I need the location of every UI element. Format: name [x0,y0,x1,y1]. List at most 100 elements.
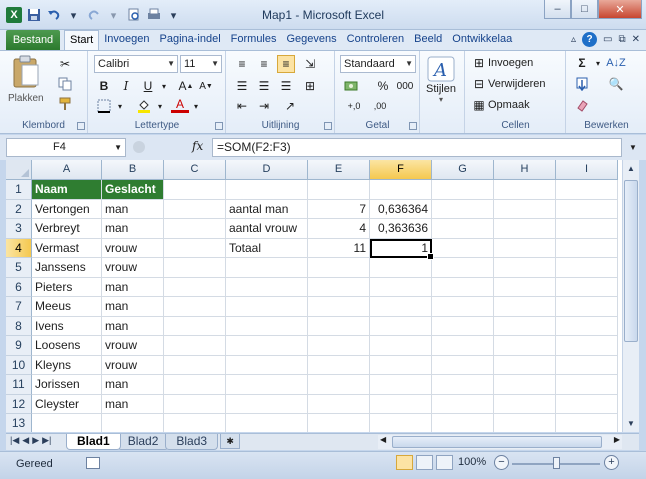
cell-f8[interactable] [370,316,432,336]
insert-cells-icon[interactable]: ⊞ [470,54,488,72]
cell-g10[interactable] [432,355,494,375]
cell-h2[interactable] [494,199,556,219]
cell-e10[interactable] [308,355,370,375]
cell-a8[interactable]: Ivens [32,316,102,336]
column-header-i[interactable]: I [556,160,618,180]
tab-pagina-indel[interactable]: Pagina-indel [155,30,226,50]
cell-b9[interactable]: vrouw [102,336,164,356]
cell-b6[interactable]: man [102,277,164,297]
scroll-left-icon[interactable]: ◀ [380,435,386,444]
cell-a3[interactable]: Verbreyt [32,219,102,239]
cell-f3[interactable]: 0,363636 [370,219,432,239]
cell-h12[interactable] [494,394,556,414]
cell-a11[interactable]: Jorissen [32,375,102,395]
cell-c8[interactable] [164,316,226,336]
underline-dropdown-icon[interactable]: ▾ [155,77,173,95]
insert-cells-button[interactable]: Invoegen [488,57,533,69]
cell-g7[interactable] [432,297,494,317]
format-cells-button[interactable]: Opmaak [488,99,530,111]
zoom-slider-thumb[interactable] [553,457,560,469]
cell-h4[interactable] [494,238,556,258]
cell-i9[interactable] [556,336,618,356]
styles-button[interactable]: A Stijlen ▾ [426,55,456,104]
row-header[interactable]: 7 [6,297,32,317]
workbook-close-icon[interactable]: ✕ [632,34,640,45]
delete-cells-button[interactable]: Verwijderen [488,78,545,90]
scroll-right-icon[interactable]: ▶ [614,435,620,444]
cell-d13[interactable] [226,414,308,432]
sheet-tab-blad3[interactable]: Blad3 [165,434,219,450]
cell-a10[interactable]: Kleyns [32,355,102,375]
cell-e9[interactable] [308,336,370,356]
cell-b1[interactable]: Geslacht [102,180,164,200]
close-button[interactable]: ✕ [598,0,642,19]
column-header-f[interactable]: F [370,160,432,180]
cell-g4[interactable] [432,238,494,258]
cell-a2[interactable]: Vertongen [32,199,102,219]
cell-d12[interactable] [226,394,308,414]
cut-icon[interactable]: ✂ [56,55,74,73]
cell-b11[interactable]: man [102,375,164,395]
shrink-font-icon[interactable]: A ▼ [197,77,215,95]
sheet-tab-blad1[interactable]: Blad1 [66,434,121,450]
column-header-d[interactable]: D [226,160,308,180]
cell-f2[interactable]: 0,636364 [370,199,432,219]
cell-b13[interactable] [102,414,164,432]
cell-f6[interactable] [370,277,432,297]
cell-e12[interactable] [308,394,370,414]
cell-a12[interactable]: Cleyster [32,394,102,414]
cell-b3[interactable]: man [102,219,164,239]
column-header-b[interactable]: B [102,160,164,180]
row-header[interactable]: 9 [6,336,32,356]
cell-g9[interactable] [432,336,494,356]
row-header[interactable]: 10 [6,355,32,375]
align-left-icon[interactable]: ☰ [233,77,251,95]
column-header-c[interactable]: C [164,160,226,180]
cell-g5[interactable] [432,258,494,278]
tab-formules[interactable]: Formules [226,30,282,50]
cell-a5[interactable]: Janssens [32,258,102,278]
cell-e4[interactable]: 11 [308,238,370,258]
cell-e7[interactable] [308,297,370,317]
cell-i2[interactable] [556,199,618,219]
cell-c13[interactable] [164,414,226,432]
cell-b4[interactable]: vrouw [102,238,164,258]
vertical-scrollbar[interactable]: ▲ ▼ [622,160,639,432]
fill-icon[interactable] [573,75,591,93]
cell-f11[interactable] [370,375,432,395]
cell-g11[interactable] [432,375,494,395]
first-sheet-icon[interactable]: |◀ [10,435,19,446]
cell-h1[interactable] [494,180,556,200]
cell-h5[interactable] [494,258,556,278]
cell-h6[interactable] [494,277,556,297]
cell-c2[interactable] [164,199,226,219]
cell-b8[interactable]: man [102,316,164,336]
tab-start[interactable]: Start [64,30,100,50]
scroll-down-icon[interactable]: ▼ [623,415,639,432]
format-painter-icon[interactable] [56,95,74,113]
cell-e5[interactable] [308,258,370,278]
cell-h13[interactable] [494,414,556,432]
cell-a4[interactable]: Vermast [32,238,102,258]
formula-input[interactable]: =SOM(F2:F3) [212,138,622,157]
cell-a6[interactable]: Pieters [32,277,102,297]
orientation-icon[interactable]: ↗ [281,97,299,115]
bold-button[interactable]: B [95,77,113,95]
cell-i11[interactable] [556,375,618,395]
row-header[interactable]: 2 [6,199,32,219]
workbook-restore-icon[interactable]: ⧉ [618,34,625,45]
cell-c12[interactable] [164,394,226,414]
cell-d11[interactable] [226,375,308,395]
next-sheet-icon[interactable]: ▶ [32,435,39,446]
select-all-corner[interactable] [6,160,32,180]
zoom-level[interactable]: 100% [458,456,486,468]
cell-c1[interactable] [164,180,226,200]
row-header[interactable]: 8 [6,316,32,336]
cell-f1[interactable] [370,180,432,200]
zoom-in-icon[interactable]: + [604,455,619,470]
wrap-text-icon[interactable]: ⇲ [301,55,319,73]
borders-dropdown-icon[interactable]: ▾ [111,97,129,115]
cell-i1[interactable] [556,180,618,200]
normal-view-icon[interactable] [396,455,413,470]
cell-e6[interactable] [308,277,370,297]
